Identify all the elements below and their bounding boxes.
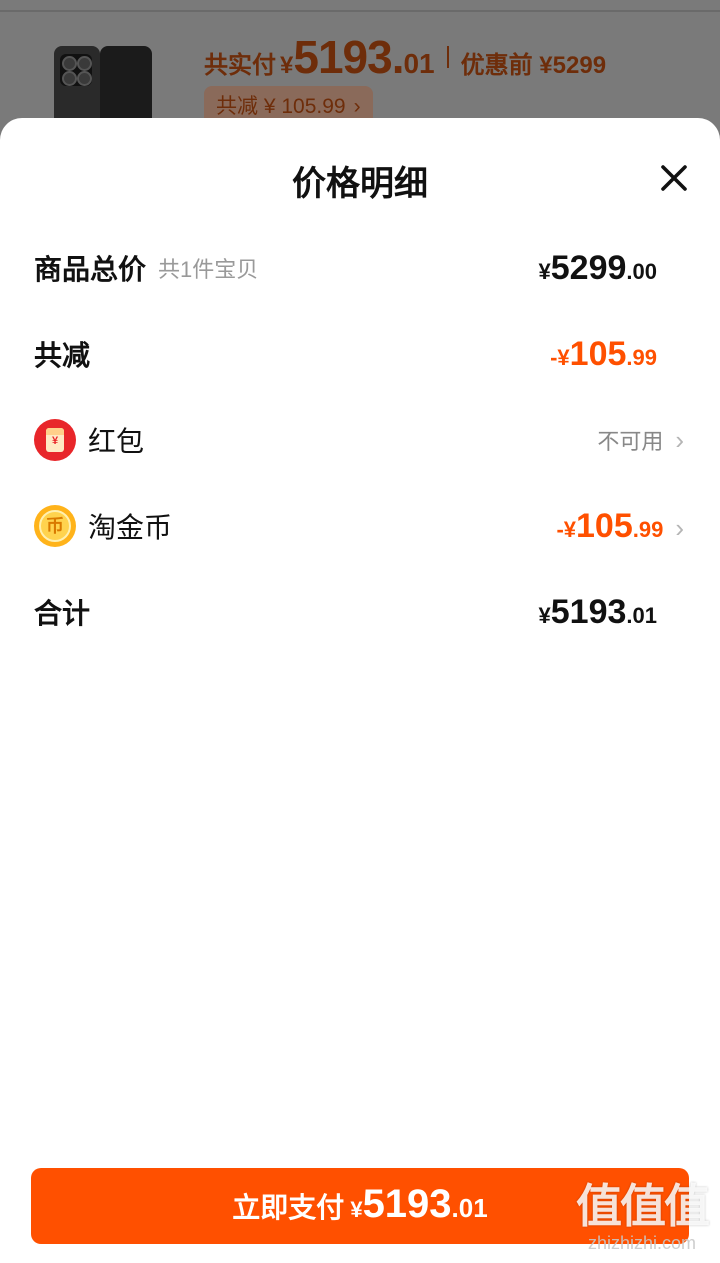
taojinbi-label: 淘金币 [88, 512, 173, 543]
chevron-right-icon: › [353, 95, 361, 118]
red-packet-row[interactable]: ¥ 红包 不可用 › [34, 410, 684, 470]
pay-amount-int: 5193 [362, 1182, 452, 1226]
camera-module [60, 54, 92, 86]
currency-symbol: ¥ [350, 1197, 363, 1222]
item-count: 共1件宝贝 [158, 257, 259, 282]
close-icon [661, 165, 687, 191]
discount-amount: -¥ 105 .99 [550, 324, 657, 384]
sheet-title: 价格明细 [292, 165, 428, 203]
amount-dec: .01 [626, 603, 657, 628]
amount-int: 105 [576, 507, 633, 545]
separator [446, 46, 449, 68]
close-button[interactable] [652, 156, 696, 200]
amount-int: 5299 [550, 249, 627, 287]
currency-symbol: ¥ [538, 259, 551, 284]
watermark: 值值值 zhizhizhi.com [568, 1180, 716, 1254]
divider [0, 10, 720, 12]
product-thumbnail [54, 46, 156, 126]
paid-amount-line: 共实付 ¥ 5193. 01 优惠前 ¥5299 [204, 30, 606, 84]
currency-symbol: ¥ [280, 52, 294, 79]
coin-icon: 币 [34, 505, 76, 547]
yuan-glyph: ¥ [46, 428, 64, 452]
subtotal-amount: ¥ 5299 .00 [539, 238, 657, 298]
chevron-right-icon: › [675, 513, 684, 543]
amount-int: 5193 [550, 593, 627, 631]
watermark-logo-text: 值值值 [576, 1180, 710, 1232]
discount-label: 共减 [34, 340, 91, 371]
subtotal-label: 商品总价 [34, 254, 147, 285]
phone-back-image [54, 46, 100, 126]
taojinbi-row[interactable]: 币 淘金币 -¥ 105 .99 › [34, 496, 684, 556]
watermark-url: zhizhizhi.com [587, 1233, 697, 1253]
amount-int: 105 [569, 335, 627, 373]
amount-dec: .99 [632, 517, 664, 542]
subtotal-row: 商品总价 共1件宝贝 ¥ 5299 .00 [34, 238, 684, 298]
paid-amount-dec: 01 [403, 48, 435, 79]
discount-chip-label: 共减 ¥ 105.99 [216, 95, 346, 118]
total-label: 合计 [34, 598, 91, 629]
total-row: 合计 ¥ 5193 .01 [34, 582, 684, 642]
amount-dec: .00 [626, 259, 657, 284]
taojinbi-amount: -¥ 105 .99 › [556, 496, 684, 556]
pay-now-label: 立即支付 [232, 1192, 345, 1223]
red-packet-status: 不可用 › [597, 410, 684, 470]
currency-symbol: -¥ [550, 345, 570, 370]
currency-symbol: -¥ [556, 517, 576, 542]
paid-label: 共实付 [204, 52, 276, 79]
phone-front-image [100, 46, 152, 126]
price-detail-sheet: 价格明细 商品总价 共1件宝贝 ¥ 5299 .00 共减 -¥ 105 .99… [0, 118, 720, 1263]
red-packet-icon: ¥ [34, 419, 76, 461]
unavailable-text: 不可用 [597, 429, 664, 454]
coin-glyph: 币 [39, 510, 71, 542]
original-price: 优惠前 ¥5299 [460, 52, 607, 79]
total-amount: ¥ 5193 .01 [539, 582, 657, 642]
chevron-right-icon: › [675, 425, 684, 455]
paid-amount-int: 5193. [293, 31, 404, 83]
currency-symbol: ¥ [538, 603, 551, 628]
red-packet-label: 红包 [88, 426, 145, 457]
discount-row: 共减 -¥ 105 .99 [34, 324, 684, 384]
pay-amount-dec: .01 [451, 1193, 488, 1223]
amount-dec: .99 [626, 345, 657, 370]
